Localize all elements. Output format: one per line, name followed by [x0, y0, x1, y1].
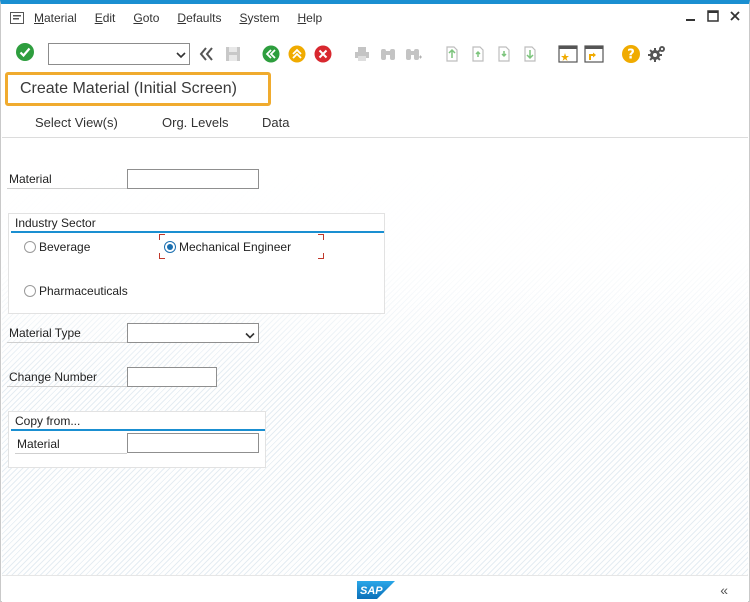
material-input[interactable]	[128, 170, 258, 188]
exit-icon[interactable]	[286, 43, 308, 65]
chevron-down-icon[interactable]	[176, 49, 186, 59]
copy-from-material-underline	[15, 453, 127, 454]
industry-sector-group: Industry Sector Beverage Mechanical Engi…	[8, 213, 385, 314]
window-controls	[685, 10, 741, 22]
change-number-field[interactable]	[127, 367, 217, 387]
first-page-icon[interactable]	[441, 43, 463, 65]
change-number-input[interactable]	[128, 368, 216, 386]
radio-beverage-label: Beverage	[39, 240, 91, 254]
material-type-label-underline	[7, 342, 127, 343]
data-button[interactable]: Data	[262, 115, 289, 130]
new-session-icon[interactable]	[557, 43, 579, 65]
radio-mechanical-engineer[interactable]: Mechanical Engineer	[164, 240, 291, 254]
save-icon[interactable]	[222, 43, 244, 65]
sap-logo-text: SAP	[360, 585, 383, 597]
main-content: Material Industry Sector Beverage Mechan…	[2, 139, 748, 575]
radio-pharmaceuticals[interactable]: Pharmaceuticals	[24, 284, 128, 298]
menu-icon[interactable]	[10, 12, 24, 24]
focus-corner-br	[318, 253, 324, 259]
previous-page-icon[interactable]	[467, 43, 489, 65]
industry-sector-title: Industry Sector	[15, 216, 96, 230]
menu-help[interactable]: Help	[297, 11, 322, 25]
svg-text:?: ?	[627, 48, 635, 63]
radio-mechanical-engineer-label: Mechanical Engineer	[179, 240, 292, 254]
copy-from-rule	[11, 429, 265, 431]
copy-from-material-input[interactable]	[128, 434, 258, 452]
focus-corner-tr	[318, 234, 324, 240]
menu-system[interactable]: System	[239, 11, 279, 25]
org-levels-button[interactable]: Org. Levels	[162, 115, 228, 130]
select-views-button[interactable]: Select View(s)	[35, 115, 118, 130]
expand-status-icon[interactable]: «	[720, 582, 728, 598]
command-field[interactable]	[48, 43, 190, 65]
change-number-label: Change Number	[9, 370, 98, 384]
next-page-icon[interactable]	[493, 43, 515, 65]
copy-from-title: Copy from...	[15, 414, 81, 428]
application-toolbar: Select View(s) Org. Levels Data	[2, 108, 748, 138]
settings-icon[interactable]	[646, 43, 668, 65]
menu-bar: Material Edit Goto Defaults System Help	[1, 4, 749, 32]
copy-from-material-field[interactable]	[127, 433, 259, 453]
help-icon[interactable]: ?	[620, 43, 642, 65]
command-input[interactable]	[49, 44, 167, 64]
find-icon[interactable]	[377, 43, 399, 65]
system-toolbar: ?	[1, 38, 749, 68]
menu-material[interactable]: Material	[34, 11, 77, 25]
material-type-input[interactable]	[128, 324, 258, 342]
chevron-down-icon[interactable]	[245, 329, 255, 339]
radio-pharmaceuticals-button[interactable]	[24, 285, 36, 297]
page-title: Create Material (Initial Screen)	[5, 72, 271, 106]
focus-corner-bl	[159, 253, 165, 259]
menu-goto[interactable]: Goto	[133, 11, 159, 25]
shortcut-icon[interactable]	[583, 43, 605, 65]
maximize-icon[interactable]	[707, 10, 719, 22]
status-bar: SAP «	[2, 575, 748, 602]
material-type-label: Material Type	[9, 326, 81, 340]
menu-edit[interactable]: Edit	[95, 11, 116, 25]
find-next-icon[interactable]	[403, 43, 425, 65]
material-type-select[interactable]	[127, 323, 259, 343]
focus-corner-tl	[159, 234, 165, 240]
radio-pharmaceuticals-label: Pharmaceuticals	[39, 284, 128, 298]
copy-from-group: Copy from... Material	[8, 411, 266, 468]
collapse-icon[interactable]	[195, 43, 217, 65]
sap-window: Material Edit Goto Defaults System Help	[0, 0, 750, 602]
change-number-label-underline	[7, 386, 127, 387]
back-icon[interactable]	[260, 43, 282, 65]
minimize-icon[interactable]	[685, 10, 697, 22]
material-label-underline	[7, 188, 127, 189]
sap-logo: SAP	[357, 581, 395, 599]
radio-beverage[interactable]: Beverage	[24, 240, 90, 254]
material-label: Material	[9, 172, 52, 186]
menu-defaults[interactable]: Defaults	[177, 11, 221, 25]
material-field[interactable]	[127, 169, 259, 189]
last-page-icon[interactable]	[519, 43, 541, 65]
radio-beverage-button[interactable]	[24, 241, 36, 253]
close-icon[interactable]	[729, 10, 741, 22]
industry-sector-rule	[11, 231, 384, 233]
cancel-icon[interactable]	[312, 43, 334, 65]
radio-mechanical-engineer-button[interactable]	[164, 241, 176, 253]
enter-icon[interactable]	[14, 41, 36, 63]
copy-from-material-label: Material	[17, 437, 60, 451]
page-title-text: Create Material (Initial Screen)	[20, 80, 237, 97]
print-icon[interactable]	[351, 43, 373, 65]
